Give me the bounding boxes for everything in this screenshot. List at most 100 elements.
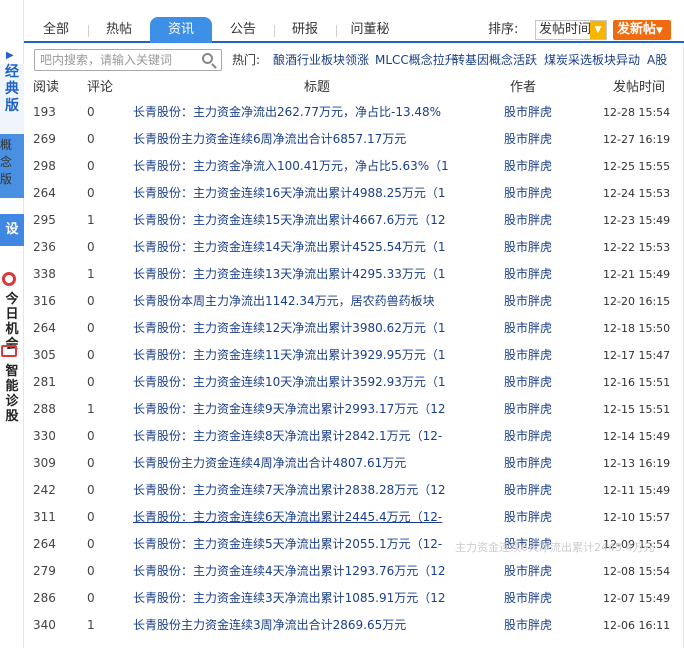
post-time: 12-14 15:49 [603, 430, 671, 443]
post-title-link[interactable]: 长青股份：主力资金净流入100.41万元，净占比5.63%（1 [133, 153, 468, 180]
read-count: 298 [33, 159, 56, 173]
post-title-link[interactable]: 长青股份：主力资金净流出262.77万元，净占比-13.48% [133, 99, 468, 126]
post-title-link[interactable]: 长青股份主力资金连续3周净流出合计2869.65万元 [133, 612, 468, 639]
post-time: 12-08 15:54 [603, 565, 671, 578]
read-count: 279 [33, 564, 56, 578]
author-link[interactable]: 股市胖虎 [504, 450, 552, 477]
post-time: 12-16 15:51 [603, 376, 671, 389]
hot-topic-link[interactable]: A股 [647, 49, 667, 71]
author-link[interactable]: 股市胖虎 [504, 126, 552, 153]
post-title-link[interactable]: 长青股份：主力资金连续12天净流出累计3980.62万元（1 [133, 315, 468, 342]
table-row: 286 0 长青股份：主力资金连续3天净流出累计1085.91万元（12 股市胖虎 12… [0, 585, 684, 612]
sort-selected-value: 发帖时间 [539, 22, 592, 37]
post-time: 12-06 16:11 [603, 619, 671, 632]
read-count: 309 [33, 456, 56, 470]
tab-news[interactable]: 资讯 [150, 17, 212, 43]
post-time: 12-20 16:15 [603, 295, 671, 308]
table-row: 193 0 长青股份：主力资金净流出262.77万元，净占比-13.48% 股市胖虎 1… [0, 99, 684, 126]
post-title-link[interactable]: 长青股份：主力资金连续13天净流出累计4295.33万元（1 [133, 261, 468, 288]
tab-all[interactable]: 全部 [28, 17, 84, 43]
post-title-link[interactable]: 长青股份：主力资金连续5天净流出累计2055.1万元（12- [133, 531, 468, 558]
author-link[interactable]: 股市胖虎 [504, 315, 552, 342]
read-count: 295 [33, 213, 56, 227]
author-link[interactable]: 股市胖虎 [504, 504, 552, 531]
comment-count: 0 [87, 591, 95, 605]
author-link[interactable]: 股市胖虎 [504, 369, 552, 396]
sort-select[interactable]: 发帖时间 ▼ [535, 20, 607, 40]
tab-ask-secretary[interactable]: 问董秘 [338, 17, 402, 43]
comment-count: 0 [87, 564, 95, 578]
author-link[interactable]: 股市胖虎 [504, 261, 552, 288]
author-link[interactable]: 股市胖虎 [504, 99, 552, 126]
expand-arrow-icon[interactable]: ▶ [6, 50, 14, 61]
post-title-link[interactable]: 长青股份：主力资金连续9天净流出累计2993.17万元（12 [133, 396, 468, 423]
author-link[interactable]: 股市胖虎 [504, 585, 552, 612]
post-title-link[interactable]: 长青股份本周主力净流出1142.34万元，居农药兽药板块 [133, 288, 468, 315]
post-time: 12-22 15:53 [603, 241, 671, 254]
read-count: 236 [33, 240, 56, 254]
read-count: 338 [33, 267, 56, 281]
hot-topic-link[interactable]: 煤炭采选板块异动 [544, 49, 640, 71]
post-time: 12-13 16:19 [603, 457, 671, 470]
tab-divider [274, 25, 275, 37]
post-title-link[interactable]: 长青股份：主力资金连续14天净流出累计4525.54万元（1 [133, 234, 468, 261]
author-link[interactable]: 股市胖虎 [504, 153, 552, 180]
author-link[interactable]: 股市胖虎 [504, 342, 552, 369]
post-title-link[interactable]: 长青股份：主力资金连续15天净流出累计4667.6万元（12 [133, 207, 468, 234]
author-link[interactable]: 股市胖虎 [504, 477, 552, 504]
post-title-link[interactable]: 长青股份：主力资金连续6天净流出累计2445.4万元（12- [133, 504, 468, 531]
new-post-label: 发新帖 [617, 22, 657, 37]
post-title-link[interactable]: 长青股份主力资金连续6周净流出合计6857.17万元 [133, 126, 468, 153]
post-title-link[interactable]: 长青股份：主力资金连续7天净流出累计2838.28万元（12 [133, 477, 468, 504]
author-link[interactable]: 股市胖虎 [504, 396, 552, 423]
classic-char: 典 [5, 81, 19, 97]
post-title-link[interactable]: 长青股份主力资金连续4周净流出合计4807.61万元 [133, 450, 468, 477]
read-count: 264 [33, 321, 56, 335]
hot-topic-link[interactable]: 转基因概念活跃 [453, 49, 537, 71]
tab-announcement[interactable]: 公告 [214, 17, 272, 43]
read-count: 242 [33, 483, 56, 497]
table-row: 236 0 长青股份：主力资金连续14天净流出累计4525.54万元（1 股市胖虎 12… [0, 234, 684, 261]
table-row: 330 0 长青股份：主力资金连续8天净流出累计2842.1万元（12- 股市胖虎 12… [0, 423, 684, 450]
comment-count: 0 [87, 159, 95, 173]
author-link[interactable]: 股市胖虎 [504, 207, 552, 234]
hot-topic-link[interactable]: 酿酒行业板块领涨 [273, 49, 369, 71]
author-link[interactable]: 股市胖虎 [504, 558, 552, 585]
table-row: 242 0 长青股份：主力资金连续7天净流出累计2838.28万元（12 股市胖虎 12… [0, 477, 684, 504]
post-time: 12-24 15:53 [603, 187, 671, 200]
table-row: 288 1 长青股份：主力资金连续9天净流出累计2993.17万元（12 股市胖虎 12… [0, 396, 684, 423]
table-row: 316 0 长青股份本周主力净流出1142.34万元，居农药兽药板块 股市胖虎 12-2… [0, 288, 684, 315]
tab-research[interactable]: 研报 [276, 17, 334, 43]
author-link[interactable]: 股市胖虎 [504, 180, 552, 207]
post-time: 12-18 15:50 [603, 322, 671, 335]
author-link[interactable]: 股市胖虎 [504, 423, 552, 450]
search-icon[interactable] [202, 53, 213, 64]
table-row: 279 0 长青股份：主力资金连续4天净流出累计1293.76万元（12 股市胖虎 12… [0, 558, 684, 585]
post-title-link[interactable]: 长青股份：主力资金连续11天净流出累计3929.95万元（1 [133, 342, 468, 369]
post-time: 12-07 15:49 [603, 592, 671, 605]
post-title-link[interactable]: 长青股份：主力资金连续8天净流出累计2842.1万元（12- [133, 423, 468, 450]
search-input[interactable] [35, 50, 195, 70]
read-count: 269 [33, 132, 56, 146]
comment-count: 0 [87, 537, 95, 551]
chevron-down-icon: ▼ [656, 26, 663, 36]
tab-hot[interactable]: 热帖 [90, 17, 148, 43]
post-time: 12-21 15:49 [603, 268, 671, 281]
post-time: 12-23 15:49 [603, 214, 671, 227]
column-header-author: 作者 [510, 80, 537, 95]
author-link[interactable]: 股市胖虎 [504, 288, 552, 315]
post-title-link[interactable]: 长青股份：主力资金连续16天净流出累计4988.25万元（1 [133, 180, 468, 207]
hot-topic-link[interactable]: MLCC概念拉升 [375, 49, 457, 71]
post-title-link[interactable]: 长青股份：主力资金连续4天净流出累计1293.76万元（12 [133, 558, 468, 585]
comment-count: 0 [87, 294, 95, 308]
table-row: 281 0 长青股份：主力资金连续10天净流出累计3592.93万元（1 股市胖虎 12… [0, 369, 684, 396]
comment-count: 0 [87, 375, 95, 389]
post-title-link[interactable]: 长青股份：主力资金连续10天净流出累计3592.93万元（1 [133, 369, 468, 396]
tab-divider [88, 25, 89, 37]
post-title-link[interactable]: 长青股份：主力资金连续3天净流出累计1085.91万元（12 [133, 585, 468, 612]
author-link[interactable]: 股市胖虎 [504, 234, 552, 261]
author-link[interactable]: 股市胖虎 [504, 612, 552, 639]
new-post-button[interactable]: 发新帖▼ [613, 20, 671, 40]
post-time: 12-11 15:49 [603, 484, 671, 497]
read-count: 286 [33, 591, 56, 605]
